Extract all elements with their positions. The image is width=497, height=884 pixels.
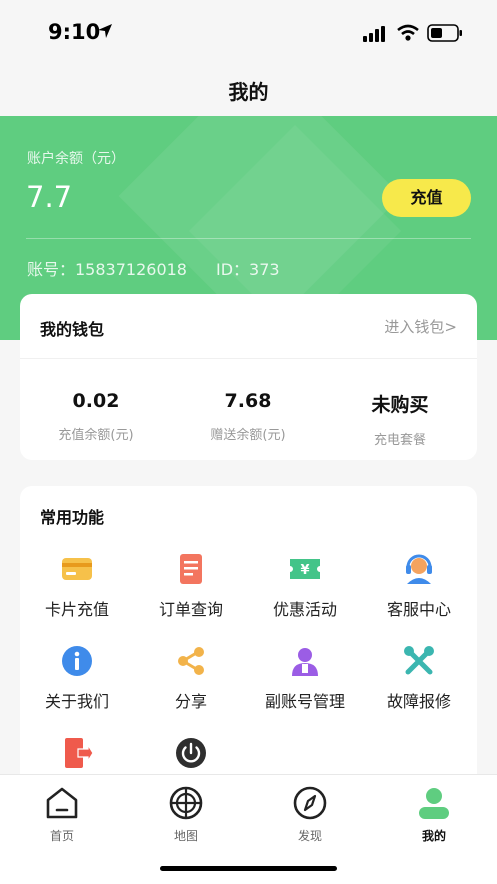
stat-value: 未购买 xyxy=(371,394,429,416)
customer-service-item[interactable]: 客服中心 xyxy=(362,552,476,620)
function-label: 订单查询 xyxy=(158,600,223,619)
sub-account-icon xyxy=(292,648,318,676)
location-arrow-icon xyxy=(98,24,112,38)
battery-icon xyxy=(427,24,462,42)
headset-icon xyxy=(406,554,432,584)
function-label: 卡片充值 xyxy=(44,600,109,619)
stat-label: 充值余额(元) xyxy=(58,428,134,443)
wallet-title: 我的钱包 xyxy=(40,320,105,339)
stat-value: 0.02 xyxy=(72,390,120,412)
balance-value: 7.7 xyxy=(26,180,73,214)
card-icon xyxy=(62,558,92,580)
map-radar-icon xyxy=(169,786,203,820)
function-label: 副账号管理 xyxy=(264,692,345,711)
power-icon xyxy=(176,738,206,768)
stat-value: 7.68 xyxy=(224,390,272,412)
info-icon xyxy=(62,646,92,676)
order-icon xyxy=(180,554,202,584)
enter-wallet-link[interactable]: 进入钱包> xyxy=(384,316,457,337)
sub-account-item[interactable]: 副账号管理 xyxy=(248,644,362,712)
divider xyxy=(20,358,477,359)
function-label: 优惠活动 xyxy=(272,600,337,619)
wifi-icon xyxy=(397,24,419,41)
wallet-card: 我的钱包 进入钱包> 0.02 充值余额(元) 7.68 赠送余额(元) 未购买… xyxy=(20,294,477,460)
stat-bonus-balance[interactable]: 7.68 赠送余额(元) xyxy=(172,390,324,443)
home-icon xyxy=(46,787,78,819)
tab-home[interactable]: 首页 xyxy=(0,785,124,844)
function-label: 客服中心 xyxy=(386,600,451,619)
promotions-item[interactable]: ¥ 优惠活动 xyxy=(248,552,362,620)
function-label: 故障报修 xyxy=(386,692,451,711)
compass-icon xyxy=(293,786,327,820)
repair-item[interactable]: 故障报修 xyxy=(362,644,476,712)
profile-icon xyxy=(419,788,449,819)
tab-discover[interactable]: 发现 xyxy=(248,785,372,844)
tab-profile[interactable]: 我的 xyxy=(372,785,496,844)
status-bar: 9:10 xyxy=(0,0,497,64)
card-recharge-item[interactable]: 卡片充值 xyxy=(20,552,134,620)
function-label: 分享 xyxy=(174,692,207,711)
divider xyxy=(26,238,471,239)
functions-card: 常用功能 卡片充值 订单查询 ¥ 优惠活动 客服中心 关于我们 分享 副账号管理… xyxy=(20,486,477,806)
tab-label: 我的 xyxy=(421,829,446,843)
about-us-item[interactable]: 关于我们 xyxy=(20,644,134,712)
share-item[interactable]: 分享 xyxy=(134,644,248,712)
tab-label: 首页 xyxy=(49,829,74,843)
order-query-item[interactable]: 订单查询 xyxy=(134,552,248,620)
share-icon xyxy=(178,647,204,675)
status-time: 9:10 xyxy=(48,20,101,44)
coupon-icon: ¥ xyxy=(290,559,320,579)
function-label: 关于我们 xyxy=(44,692,109,711)
tab-label: 发现 xyxy=(297,829,322,843)
stat-label: 充电套餐 xyxy=(373,433,426,448)
account-number: 账号：15837126018 xyxy=(27,260,187,279)
nav-bar: 我的 xyxy=(0,64,497,116)
stat-recharge-balance[interactable]: 0.02 充值余额(元) xyxy=(20,390,172,443)
home-indicator xyxy=(160,866,337,871)
page-title: 我的 xyxy=(228,80,269,104)
repair-icon xyxy=(404,646,434,675)
recharge-button[interactable]: 充值 xyxy=(382,179,471,217)
svg-text:¥: ¥ xyxy=(300,563,309,578)
functions-title: 常用功能 xyxy=(40,508,105,527)
stat-label: 赠送余额(元) xyxy=(210,428,286,443)
account-id: ID：373 xyxy=(216,260,280,279)
balance-label: 账户余额（元） xyxy=(27,151,125,167)
logout-icon xyxy=(65,738,94,768)
stat-charging-package[interactable]: 未购买 充电套餐 xyxy=(324,390,476,448)
cellular-signal-icon xyxy=(363,26,385,42)
tab-map[interactable]: 地图 xyxy=(124,785,248,844)
tab-label: 地图 xyxy=(173,829,198,843)
